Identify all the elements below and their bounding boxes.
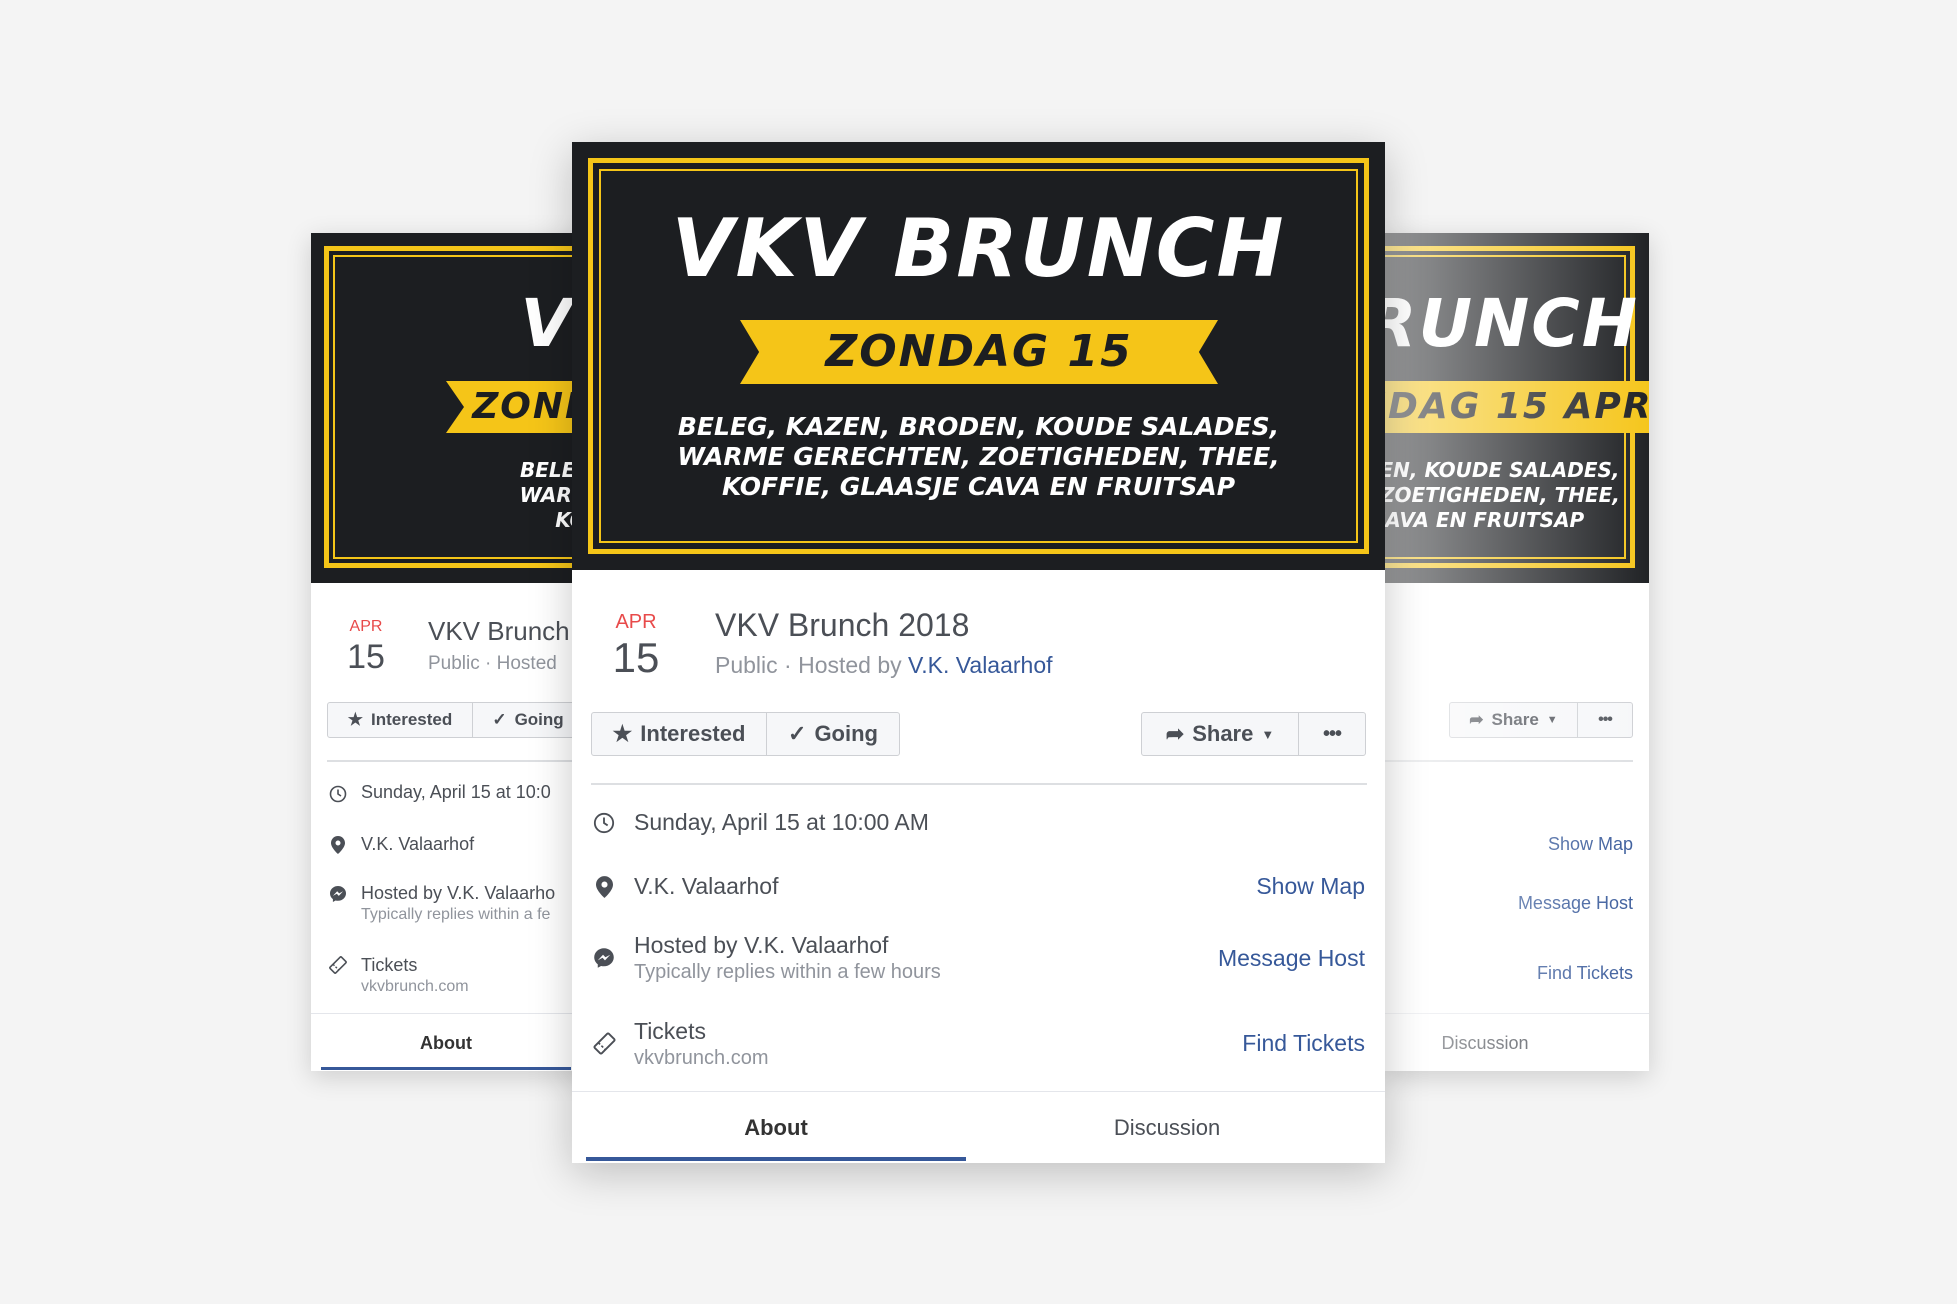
- tab-discussion[interactable]: Discussion: [1385, 1033, 1585, 1054]
- event-host: Hosted by V.K. Valaarho: [361, 883, 556, 903]
- rsvp-buttons: ★ Interested ✓ Going: [327, 702, 584, 738]
- host-link[interactable]: V.K. Valaarhof: [908, 652, 1053, 678]
- check-icon: ✓: [492, 710, 507, 729]
- host-reply-time: Typically replies within a few hours: [634, 961, 941, 983]
- message-host-link[interactable]: Message Host: [1518, 893, 1633, 914]
- event-month: APR: [615, 611, 657, 633]
- event-title: VKV Brunch 2018: [715, 607, 970, 643]
- divider: [1385, 760, 1633, 762]
- event-location: V.K. Valaarhof: [361, 834, 475, 854]
- chevron-down-icon: ▼: [1546, 714, 1558, 726]
- banner-desc-2: WARME GERECHTEN, ZOETIGHEDEN, THEE,: [1385, 483, 1620, 507]
- banner-desc-3: KOFFIE, GLAASJE CAVA EN FRUITSAP: [721, 472, 1236, 501]
- more-button[interactable]: •••: [1578, 703, 1632, 737]
- tab-discussion[interactable]: Discussion: [977, 1115, 1357, 1141]
- going-button[interactable]: ✓ Going: [473, 703, 583, 737]
- tab-about-underline: [321, 1067, 571, 1070]
- going-button[interactable]: ✓ Going: [767, 713, 899, 755]
- share-buttons: ➦ Share ▼ •••: [1449, 702, 1633, 738]
- tab-about[interactable]: About: [321, 1033, 571, 1054]
- rsvp-buttons: ★ Interested ✓ Going: [591, 712, 900, 756]
- more-button[interactable]: •••: [1299, 713, 1365, 755]
- tabs-border: [1385, 1013, 1649, 1014]
- message-host-link[interactable]: Message Host: [1218, 945, 1365, 972]
- messenger-icon: [327, 883, 349, 905]
- tickets-label: Tickets: [361, 955, 418, 975]
- pin-icon: [591, 874, 617, 900]
- event-subtitle: Public · Hosted: [428, 653, 557, 674]
- tickets-site: vkvbrunch.com: [361, 978, 469, 995]
- event-subtitle: Public · Hosted by V.K. Valaarhof: [715, 652, 1053, 678]
- tab-about-underline: [586, 1157, 966, 1161]
- pin-icon: [327, 834, 349, 856]
- check-icon: ✓: [788, 721, 807, 746]
- event-location: V.K. Valaarhof: [634, 873, 779, 899]
- event-time: Sunday, April 15 at 10:0: [361, 782, 551, 802]
- event-month: APR: [349, 618, 383, 635]
- banner-title: VKV BRUNCH: [1385, 285, 1639, 362]
- share-icon: ➦: [1165, 721, 1185, 746]
- event-card-right: VKV BRUNCH ZONDAG 15 APRIL BELEG, KAZEN,…: [1385, 233, 1649, 1071]
- ticket-icon: [591, 1030, 617, 1056]
- share-button[interactable]: ➦ Share ▼: [1450, 703, 1578, 737]
- tab-about[interactable]: About: [586, 1115, 966, 1141]
- tabs-border: [572, 1091, 1385, 1092]
- show-map-link[interactable]: Show Map: [1256, 873, 1365, 900]
- banner-desc-1: BELEG, KAZEN, BRODEN, KOUDE SALADES,: [677, 412, 1280, 441]
- star-icon: ★: [612, 721, 633, 746]
- event-cover-image: VKV BRUNCH ZONDAG 15 APRIL BELEG, KAZEN,…: [572, 142, 1385, 570]
- banner-ribbon: ZONDAG 15 APRIL: [1385, 381, 1649, 433]
- host-reply-time: Typically replies within a fe: [361, 906, 551, 923]
- share-buttons: ➦ Share ▼ •••: [1141, 712, 1366, 756]
- find-tickets-link[interactable]: Find Tickets: [1537, 963, 1633, 984]
- event-time: Sunday, April 15 at 10:00 AM: [634, 809, 929, 835]
- messenger-icon: [591, 945, 617, 971]
- share-button[interactable]: ➦ Share ▼: [1142, 713, 1299, 755]
- tickets-label: Tickets: [634, 1018, 706, 1044]
- event-cover-image: VKV BRUNCH ZONDAG 15 APRIL BELEG, KAZEN,…: [1385, 233, 1649, 583]
- star-icon: ★: [347, 710, 363, 729]
- banner-desc-3: KOFFIE, GLAASJE CAVA EN FRUITSAP: [1385, 508, 1585, 532]
- banner-desc-1: BELEG, KAZEN, BRODEN, KOUDE SALADES,: [1385, 458, 1620, 482]
- clock-icon: [591, 810, 617, 836]
- interested-button[interactable]: ★ Interested: [328, 703, 473, 737]
- divider: [591, 783, 1367, 785]
- chevron-down-icon: ▼: [1261, 726, 1275, 742]
- find-tickets-link[interactable]: Find Tickets: [1242, 1030, 1365, 1057]
- tickets-site: vkvbrunch.com: [634, 1047, 769, 1069]
- event-day: 15: [612, 634, 660, 681]
- event-title: VKV Brunch: [428, 616, 570, 646]
- banner-desc-2: WARME GERECHTEN, ZOETIGHEDEN, THEE,: [677, 442, 1280, 471]
- event-host: Hosted by V.K. Valaarhof: [634, 932, 889, 958]
- event-day: 15: [347, 638, 385, 676]
- interested-button[interactable]: ★ Interested: [592, 713, 767, 755]
- share-icon: ➦: [1469, 710, 1484, 729]
- banner-title: VKV BRUNCH: [671, 202, 1286, 295]
- event-card-main: VKV BRUNCH ZONDAG 15 APRIL BELEG, KAZEN,…: [572, 142, 1385, 1163]
- banner-ribbon: ZONDAG 15 APRIL: [740, 320, 1218, 384]
- ticket-icon: [327, 954, 349, 976]
- show-map-link[interactable]: Show Map: [1548, 834, 1633, 855]
- clock-icon: [327, 783, 349, 805]
